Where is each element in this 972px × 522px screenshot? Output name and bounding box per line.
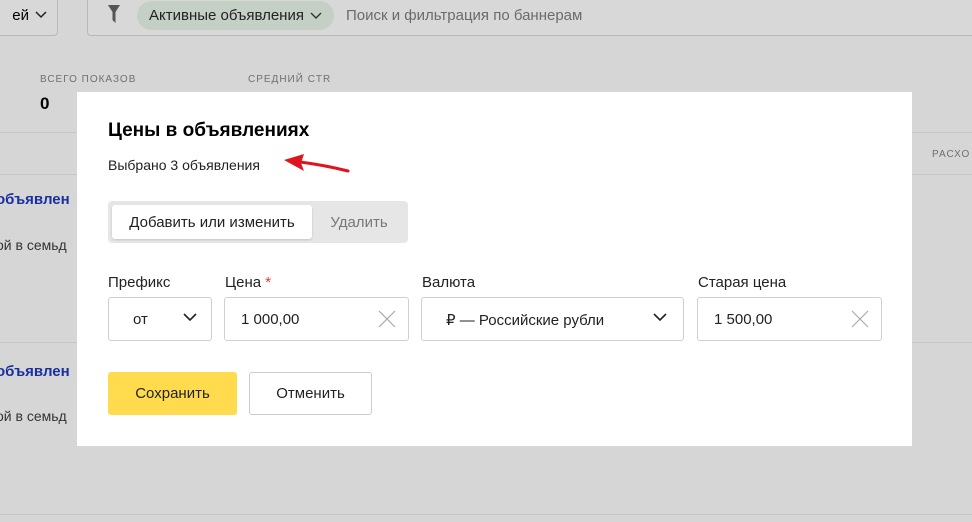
- selected-count: Выбрано 3 объявления: [108, 157, 260, 173]
- views-dropdown-label: ей: [12, 6, 29, 24]
- mode-switch: Добавить или изменить Удалить: [108, 201, 408, 243]
- save-button[interactable]: Сохранить: [108, 372, 237, 415]
- stat-label-ctr: СРЕДНИЙ CTR: [248, 74, 332, 85]
- old-price-input[interactable]: 1 500,00: [697, 297, 882, 341]
- tab-add-or-edit[interactable]: Добавить или изменить: [112, 205, 312, 239]
- price-label-text: Цена: [225, 274, 262, 291]
- stat-value-impressions: 0: [40, 94, 50, 113]
- required-mark: *: [265, 274, 272, 291]
- chevron-down-icon: [35, 11, 47, 19]
- ad-description: ой в семьд: [0, 237, 67, 253]
- chevron-down-icon: [183, 313, 197, 322]
- prefix-label: Префикс: [108, 274, 171, 291]
- red-arrow-annotation-icon: [284, 154, 350, 173]
- modal-title: Цены в объявлениях: [108, 120, 310, 141]
- filter-chip-label: Активные объявления: [149, 7, 304, 24]
- cancel-button[interactable]: Отменить: [249, 372, 372, 415]
- currency-label: Валюта: [422, 274, 476, 291]
- ad-title-link[interactable]: объявлен: [0, 363, 70, 380]
- price-input[interactable]: 1 000,00: [224, 297, 409, 341]
- stat-label-impressions: ВСЕГО ПОКАЗОВ: [40, 74, 137, 85]
- column-header-spend: РАСХО: [932, 149, 971, 160]
- prefix-select[interactable]: от: [108, 297, 212, 341]
- currency-select[interactable]: ₽ — Российские рубли: [421, 297, 684, 341]
- tab-delete[interactable]: Удалить: [314, 205, 404, 239]
- old-price-label: Старая цена: [698, 274, 787, 291]
- divider: [0, 514, 972, 515]
- views-dropdown[interactable]: ей: [0, 0, 58, 36]
- price-label: Цена *: [225, 274, 271, 291]
- ad-description: ой в семьд: [0, 408, 67, 424]
- chevron-down-icon: [310, 12, 322, 19]
- active-ads-filter-chip[interactable]: Активные объявления: [137, 1, 334, 30]
- ad-title-link[interactable]: объявлен: [0, 191, 70, 208]
- chevron-down-icon: [653, 313, 667, 322]
- clear-icon[interactable]: [851, 310, 869, 328]
- currency-value: ₽ — Российские рубли: [446, 312, 605, 329]
- filter-search-placeholder[interactable]: Поиск и фильтрация по баннерам: [346, 7, 582, 24]
- filter-icon: [108, 5, 120, 23]
- old-price-value: 1 500,00: [714, 311, 773, 328]
- prefix-value: от: [133, 311, 148, 328]
- filter-bar[interactable]: Активные объявления Поиск и фильтрация п…: [87, 0, 972, 36]
- clear-icon[interactable]: [378, 310, 396, 328]
- price-value: 1 000,00: [241, 311, 300, 328]
- top-toolbar: ей Активные объявления Поиск и фильтраци…: [0, 0, 972, 54]
- prices-modal: Цены в объявлениях Выбрано 3 объявления …: [77, 92, 912, 446]
